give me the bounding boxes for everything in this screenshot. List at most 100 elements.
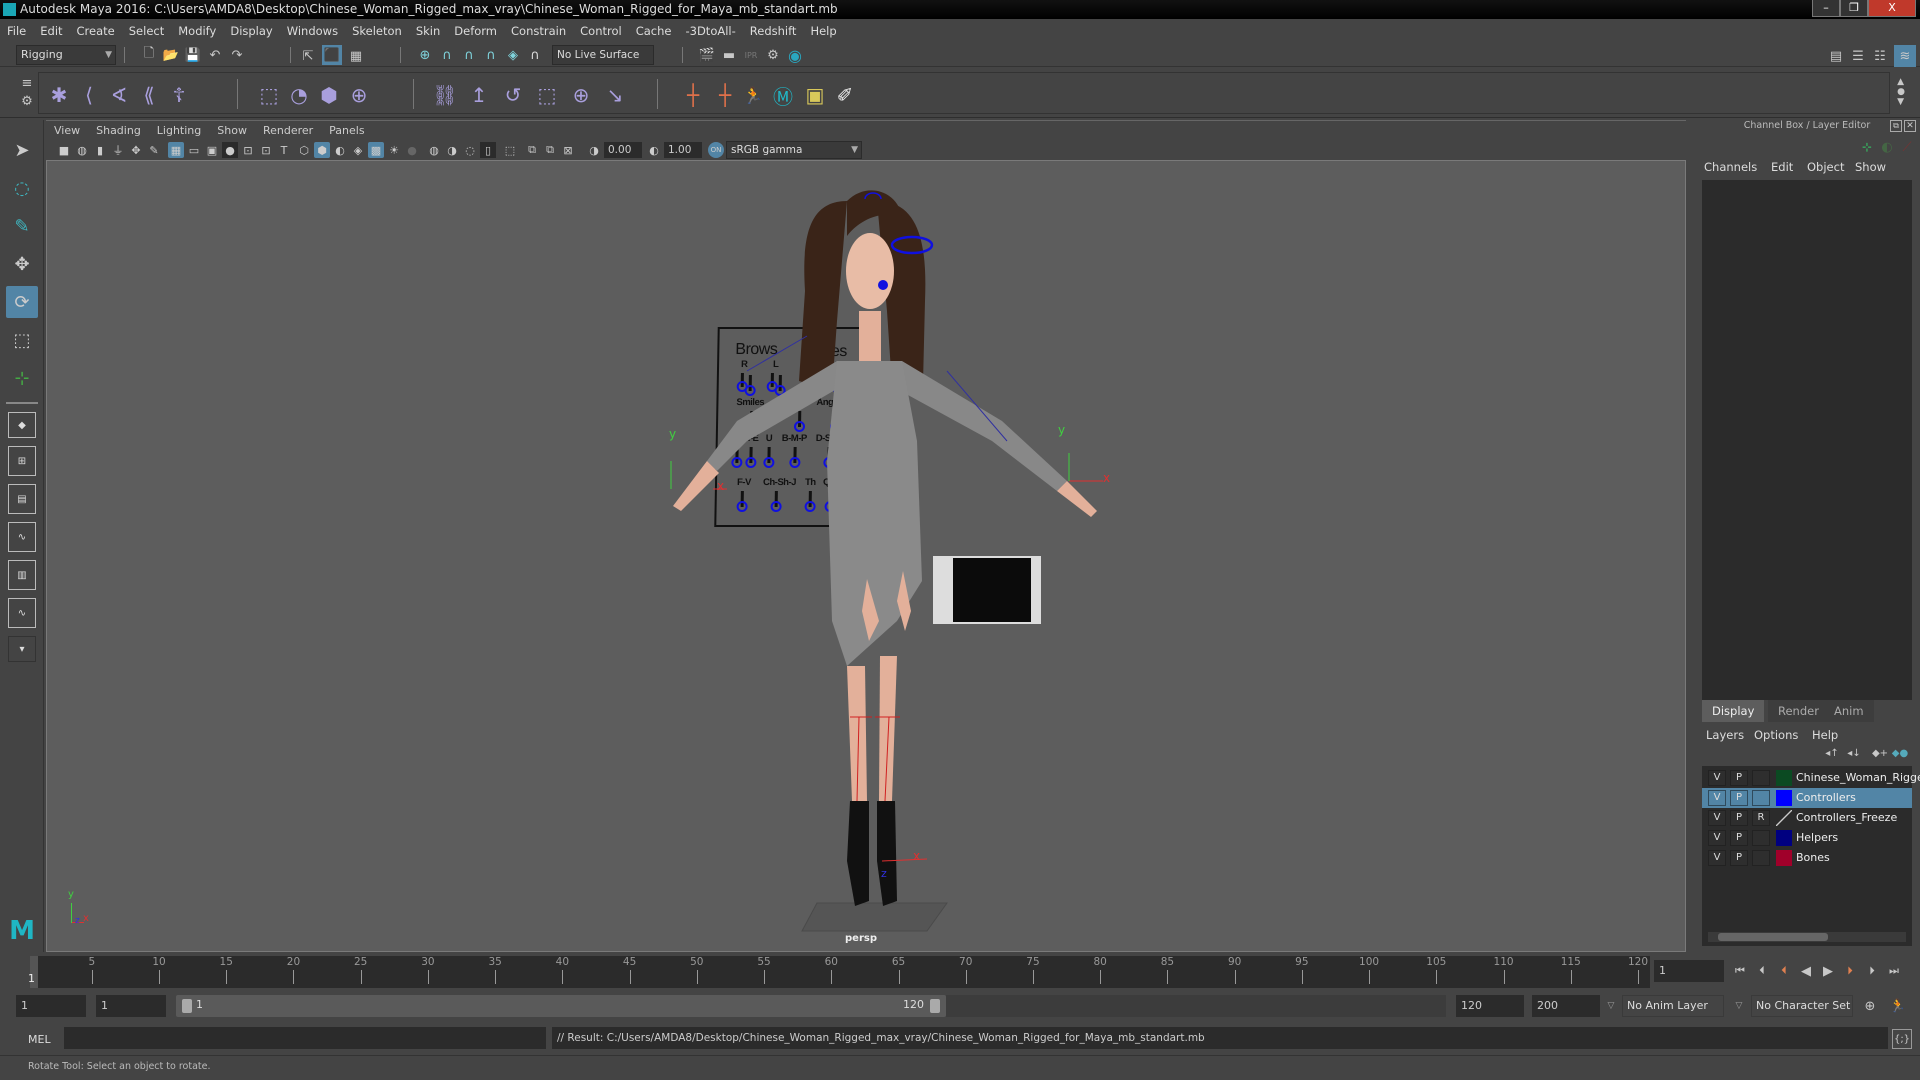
menu-skeleton[interactable]: Skeleton [345,20,409,42]
humanik-icon[interactable]: 🏃 [739,81,767,109]
anim-layer-dropdown[interactable]: No Anim Layer [1622,995,1724,1017]
cb-menu-show[interactable]: Show [1855,160,1886,174]
menu-modify[interactable]: Modify [171,20,223,42]
step-back-key-icon[interactable]: ⏴ [1752,962,1772,980]
color-space-dropdown[interactable]: sRGB gamma ▼ [726,141,862,159]
render-view-icon[interactable]: 🎬 [698,46,716,64]
minimize-button[interactable]: – [1812,0,1840,17]
make-live-icon[interactable]: ∩ [526,46,544,64]
layer-menu-help[interactable]: Help [1812,728,1838,742]
use-all-lights-icon[interactable]: ☀ [386,142,402,158]
bookmarks-icon[interactable]: ▮ [92,142,108,158]
hypershade-icon[interactable]: ◉ [786,46,804,65]
character-set-icon[interactable]: ▣ [801,81,829,109]
mirror-joint-icon[interactable]: ∢ [105,81,133,109]
gate-mask-icon[interactable]: ● [222,142,238,158]
persp-outliner-layout-icon[interactable]: ▤ [8,484,36,514]
redo-icon[interactable]: ↷ [228,46,246,64]
menu-select[interactable]: Select [122,20,171,42]
attribute-editor-icon[interactable]: ▤ [1826,46,1846,66]
layer-horizontal-scrollbar[interactable] [1708,932,1906,942]
field-chart-icon[interactable]: ⊡ [240,142,256,158]
motion-blur-icon[interactable]: ◑ [444,142,460,158]
new-layer-from-selected-icon[interactable]: ◆● [1892,746,1908,760]
play-backward-icon[interactable]: ◀ [1796,962,1816,980]
step-forward-key-icon[interactable]: ⏵ [1862,962,1882,980]
snap-to-view-plane-icon[interactable]: ∩ [482,46,500,64]
layer-visibility-toggle[interactable]: V [1708,810,1726,826]
layer-display-type-toggle[interactable] [1752,830,1770,846]
animation-start-field[interactable]: 1 [16,995,86,1017]
snap-to-projected-center-icon[interactable]: ◈ [504,46,522,64]
viewport-menu-renderer[interactable]: Renderer [255,121,321,140]
lasso-tool-icon[interactable]: ◌ [6,172,38,204]
viewport-menu-show[interactable]: Show [209,121,255,140]
anim-layer-chevron-icon[interactable]: ▽ [1604,997,1618,1015]
layer-tab-anim[interactable]: Anim [1824,700,1874,722]
close-button[interactable]: X [1868,0,1916,17]
layer-row[interactable]: V P Chinese_Woman_Rigge [1702,768,1920,788]
pole-vector-constraint-icon[interactable]: ↘ [601,81,629,109]
layer-row[interactable]: V P Bones [1702,848,1912,868]
new-scene-icon[interactable]: 🗋 [140,46,158,64]
undo-icon[interactable]: ↶ [206,46,224,64]
persp-graph-hypergraph-layout-icon[interactable]: ∿ [8,598,36,628]
character-model[interactable] [47,161,1686,952]
move-layer-down-icon[interactable]: ◂↓ [1846,746,1862,760]
menu-cache[interactable]: Cache [629,20,679,42]
menu-constrain[interactable]: Constrain [504,20,573,42]
insert-joint-icon[interactable]: ⟨ [75,81,103,109]
auto-key-icon[interactable]: ⊕ [1860,996,1880,1016]
layer-color-swatch[interactable] [1776,770,1792,786]
wireframe-on-shaded-icon[interactable]: ◈ [350,142,366,158]
layer-display-type-toggle[interactable] [1752,770,1770,786]
layer-tab-render[interactable]: Render [1768,700,1829,722]
layer-playback-toggle[interactable]: P [1730,830,1748,846]
layer-menu-layers[interactable]: Layers [1706,728,1744,742]
wireframe-icon[interactable]: ⬡ [296,142,312,158]
layer-display-type-toggle[interactable] [1752,850,1770,866]
time-slider-track[interactable]: 1 5 10 15 20 25 30 35 40 45 50 55 60 65 70 75 80 85 90 95 1… [28,956,1650,988]
scrollbar-thumb[interactable] [1718,933,1828,941]
channel-box-toggle-icon[interactable]: ☷ [1870,46,1890,66]
cb-menu-object[interactable]: Object [1807,160,1844,174]
playback-start-field[interactable]: 1 [96,995,166,1017]
channel-list[interactable] [1702,180,1912,700]
blend-shape-brush-icon[interactable]: ✐ [831,81,859,109]
layer-name[interactable]: Helpers [1796,828,1838,848]
smooth-bind-icon[interactable]: ◔ [285,81,313,109]
safe-title-icon[interactable]: T [276,142,292,158]
manipulator-tool-icon[interactable]: ⊹ [6,362,38,394]
perspective-viewport[interactable]: Brows Eyes R L R L Smiles Fright Anger O… [46,160,1686,952]
2d-pan-zoom-icon[interactable]: ✥ [128,142,144,158]
default-material-icon[interactable]: ◐ [332,142,348,158]
menu-file[interactable]: File [0,20,33,42]
close-panel-icon[interactable]: ✕ [1904,120,1916,132]
layer-visibility-toggle[interactable]: V [1708,770,1726,786]
cb-menu-channels[interactable]: Channels [1704,160,1757,174]
character-set-dropdown[interactable]: No Character Set [1751,995,1853,1017]
paint-select-tool-icon[interactable]: ✎ [6,210,38,242]
select-by-object-icon[interactable]: ⬛ [322,45,342,65]
hyperbolic-icon[interactable]: ⟋ [1898,138,1916,156]
exposure-icon[interactable]: ◑ [586,142,602,158]
grease-pencil-icon[interactable]: ✎ [146,142,162,158]
viewport-menu-lighting[interactable]: Lighting [149,121,209,140]
live-surface-field[interactable]: No Live Surface [552,45,654,65]
layer-visibility-toggle[interactable]: V [1708,830,1726,846]
script-editor-icon[interactable]: {;} [1892,1029,1912,1049]
animation-end-field[interactable]: 200 [1532,995,1600,1017]
single-perspective-layout-icon[interactable]: ◆ [8,412,36,438]
layer-playback-toggle[interactable]: P [1730,770,1748,786]
layer-row[interactable]: V P R Controllers_Freeze [1702,808,1912,828]
layer-name[interactable]: Controllers [1796,788,1856,808]
smooth-shade-icon[interactable]: ⬢ [314,142,330,158]
layer-name[interactable]: Bones [1796,848,1830,868]
scale-constraint-icon[interactable]: ⬚ [533,81,561,109]
script-language-toggle[interactable]: MEL [16,1029,62,1051]
ik-handle-icon[interactable]: ⟪ [135,81,163,109]
cluster-icon[interactable]: ⊕ [345,81,373,109]
lattice-icon[interactable]: ⬢ [315,81,343,109]
create-joints-icon[interactable]: ✱ [45,81,73,109]
viewport-menu-view[interactable]: View [46,121,88,140]
